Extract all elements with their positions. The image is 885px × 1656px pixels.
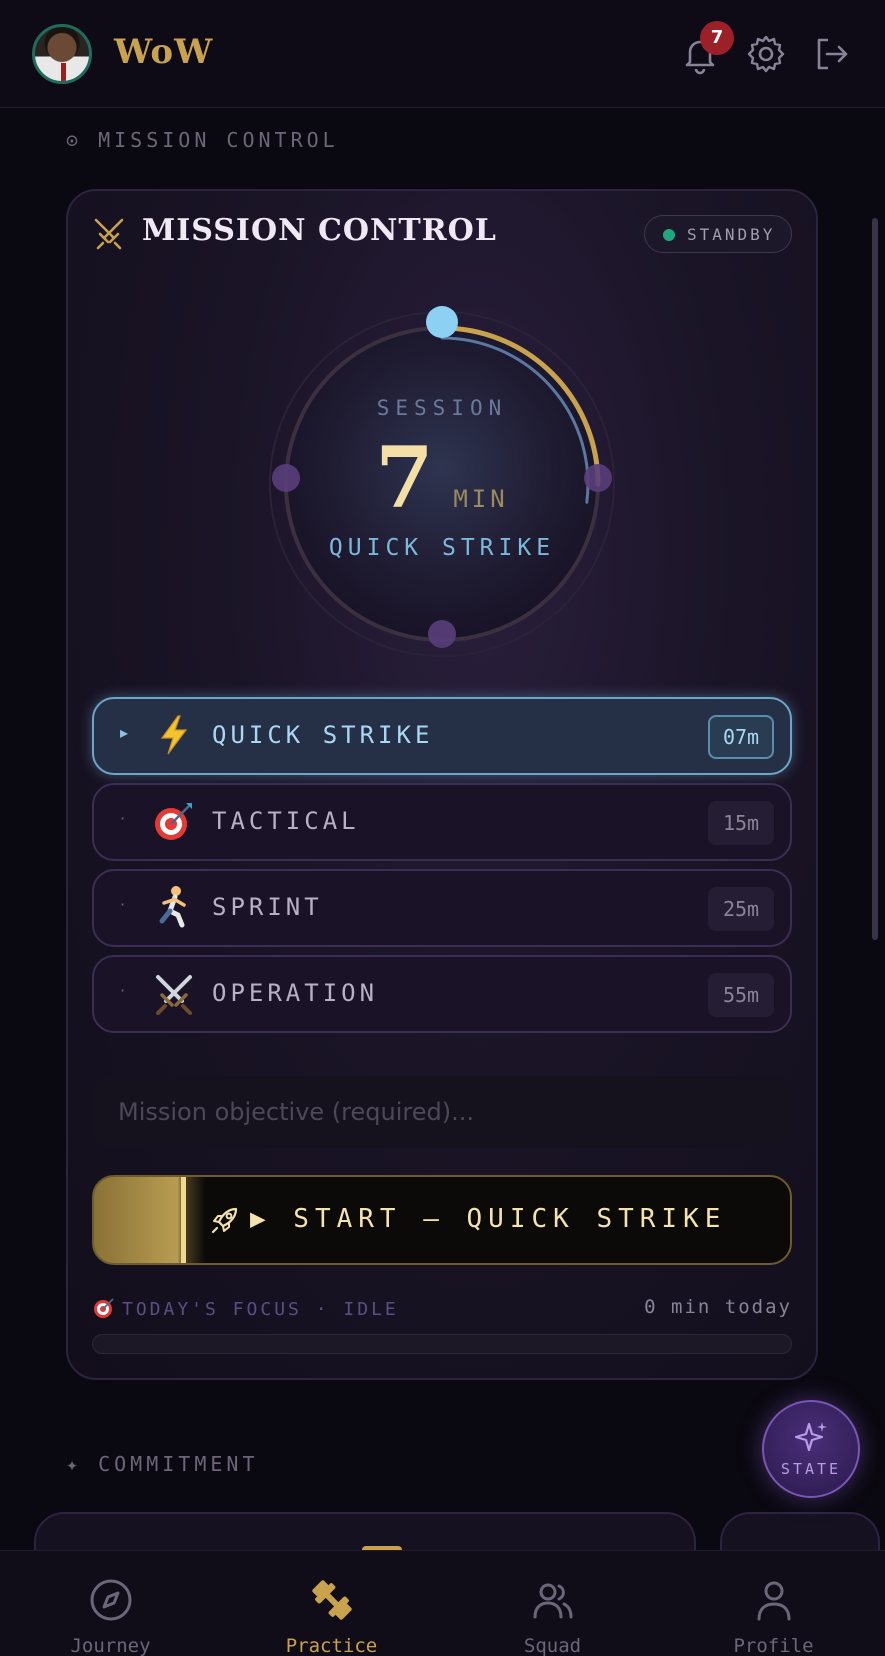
dumbbell-icon [312,1580,352,1620]
notification-badge: 7 [700,21,734,55]
nav-label: Journey [70,1635,151,1656]
state-button[interactable]: STATE [762,1400,860,1498]
todays-focus-text: TODAY'S FOCUS · IDLE [122,1299,399,1320]
user-icon [757,1581,791,1621]
bottom-nav: Journey Practice Squad Profile [0,1550,885,1656]
start-button-label: ▶ START — QUICK STRIKE [250,1204,727,1234]
nav-label: Practice [285,1635,378,1656]
brand-logo[interactable]: WoW [114,32,213,72]
mode-operation[interactable]: · OPERATION 55m [92,955,792,1033]
crossed-swords-icon [156,975,192,1015]
mode-duration: 15m [708,801,774,845]
status-text: STANDBY [687,225,776,244]
nav-practice[interactable]: Practice [221,1551,442,1656]
status-dot [663,229,675,241]
lightning-icon [160,715,188,755]
mode-name: SPRINT [212,893,323,921]
dial-mode-label: QUICK STRIKE [328,535,556,561]
section-label-mission: ⊙ MISSION CONTROL [66,128,339,152]
mode-marker: · [120,895,126,914]
mode-duration: 07m [708,715,774,759]
mode-marker: · [120,981,126,1000]
todays-focus-progress [92,1334,792,1354]
status-badge: STANDBY [644,215,792,253]
dial-marker-dot [428,620,456,648]
crossed-swords-outline-icon [94,218,124,250]
start-button-accent [181,1177,186,1263]
mode-marker: ▸ [120,723,129,742]
todays-focus-minutes: 0 min today [644,1296,792,1318]
start-button[interactable]: ▶ START — QUICK STRIKE [92,1175,792,1265]
mode-duration: 25m [708,887,774,931]
todays-focus-row: TODAY'S FOCUS · IDLE 0 min today [92,1296,792,1320]
todays-focus-label: TODAY'S FOCUS · IDLE [92,1296,399,1320]
mode-tactical[interactable]: · TACTICAL 15m [92,783,792,861]
dial-unit: MIN [453,485,509,513]
card-title: MISSION CONTROL [142,213,497,248]
mode-sprint[interactable]: · SPRINT 25m [92,869,792,947]
nav-squad[interactable]: Squad [442,1551,663,1656]
state-button-label: STATE [780,1460,842,1478]
section-label-commitment: ✦ COMMITMENT [66,1452,259,1476]
scrollbar[interactable] [872,218,878,940]
nav-profile[interactable]: Profile [663,1551,884,1656]
dial-handle[interactable] [426,306,458,338]
nav-label: Squad [523,1635,582,1656]
avatar[interactable] [32,24,92,84]
mode-quick-strike[interactable]: ▸ QUICK STRIKE 07m [92,697,792,775]
nav-label: Profile [733,1635,814,1656]
dial-minutes: 7 [375,428,434,527]
mode-marker: · [120,809,126,828]
sparkles-icon [794,1422,827,1452]
mission-objective-input[interactable] [92,1076,792,1148]
gear-icon[interactable] [744,32,788,76]
users-icon [533,1583,573,1619]
logout-icon[interactable] [810,32,854,76]
runner-icon [159,886,186,928]
dial-session-label: SESSION [376,396,508,420]
mode-name: TACTICAL [212,807,360,835]
rocket-icon [211,1207,238,1234]
mode-name: QUICK STRIKE [212,721,434,749]
top-bar: WoW 7 [0,0,885,108]
mode-duration: 55m [708,973,774,1017]
nav-journey[interactable]: Journey [0,1551,221,1656]
mode-name: OPERATION [212,979,379,1007]
compass-icon [90,1579,132,1621]
target-icon [155,803,192,840]
dial-minutes-group: 7 MIN [258,428,626,527]
target-icon [94,1298,114,1318]
